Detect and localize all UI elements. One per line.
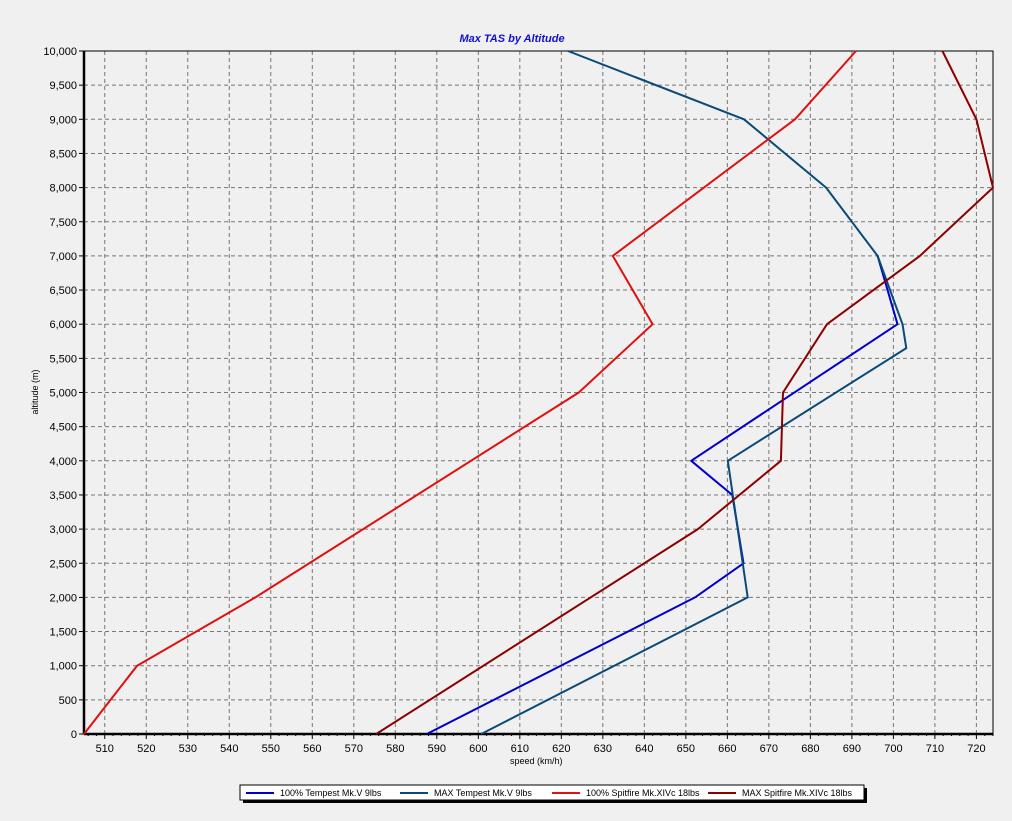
y-tick-label: 4,000 [49,456,77,468]
x-tick-label: 570 [345,743,363,755]
legend-label-0: 100% Tempest Mk.V 9lbs [280,788,382,798]
y-tick-label: 1,000 [49,661,77,673]
y-axis-label: altitude (m) [30,369,40,414]
y-tick-label: 3,000 [49,524,77,536]
x-axis-label: speed (km/h) [510,756,563,766]
y-tick-label: 5,500 [49,353,77,365]
x-tick-label: 510 [96,743,114,755]
chart-title: Max TAS by Altitude [459,33,564,45]
y-tick-label: 6,000 [49,319,77,331]
altitude-speed-chart: Max TAS by Altitude 510 520 530 540 550 560 57… [30,33,994,803]
x-tick-label: 600 [469,743,487,755]
x-tick-label: 560 [303,743,321,755]
x-tick-label: 690 [843,743,861,755]
axes: 510 520 530 540 550 560 570 580 590 600 610 620 630 6… [43,46,994,755]
y-tick-label: 10,000 [43,46,77,58]
x-tick-label: 710 [926,743,944,755]
y-tick-label: 9,000 [49,114,77,126]
y-tick-label: 8,000 [49,183,77,195]
x-tick-label: 700 [884,743,902,755]
x-tick-label: 540 [220,743,238,755]
y-tick-label: 8,500 [49,148,77,160]
legend-label-3: MAX Spitfire Mk.XIVc 18lbs [742,788,853,798]
y-tick-label: 2,500 [49,558,77,570]
y-tick-label: 2,000 [49,592,77,604]
y-tick-label: 3,500 [49,490,77,502]
series-line-3 [375,50,994,735]
x-tick-label: 670 [760,743,778,755]
y-tick-label: 7,000 [49,251,77,263]
y-tick-label: 4,500 [49,422,77,434]
y-tick-label: 1,500 [49,627,77,639]
y-tick-label: 5,000 [49,388,77,400]
y-tick-label: 0 [71,729,77,741]
x-tick-label: 640 [635,743,653,755]
y-tick-label: 9,500 [49,80,77,92]
x-tick-label: 530 [179,743,197,755]
x-tick-label: 660 [718,743,736,755]
x-tick-label: 650 [677,743,695,755]
x-tick-label: 550 [262,743,280,755]
x-tick-label: 520 [137,743,155,755]
x-tick-label: 680 [801,743,819,755]
y-tick-label: 500 [59,695,77,707]
x-tick-label: 720 [967,743,985,755]
x-tick-label: 590 [428,743,446,755]
x-tick-label: 580 [386,743,404,755]
x-tick-label: 620 [552,743,570,755]
legend-label-2: 100% Spitfire Mk.XIVc 18lbs [586,788,700,798]
y-tick-label: 6,500 [49,285,77,297]
legend-label-1: MAX Tempest Mk.V 9lbs [434,788,532,798]
legend: 100% Tempest Mk.V 9lbs MAX Tempest Mk.V 9… [239,784,867,803]
x-tick-label: 630 [594,743,612,755]
y-tick-label: 7,500 [49,217,77,229]
x-tick-label: 610 [511,743,529,755]
